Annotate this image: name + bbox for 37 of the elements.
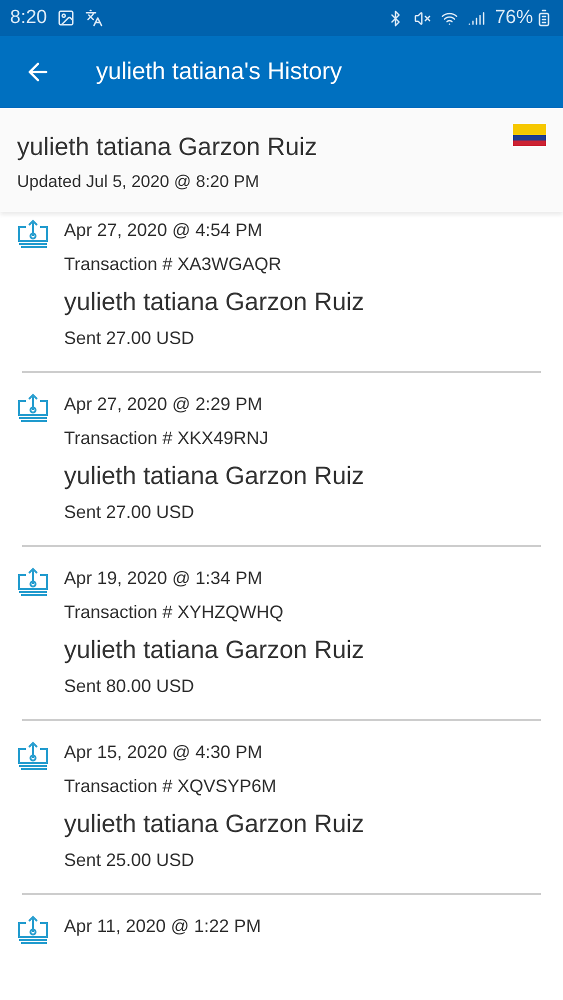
transaction-number: Transaction # XA3WGAQR [64,253,282,275]
translate-icon [84,9,103,27]
contact-name: yulieth tatiana Garzon Ruiz [17,132,318,162]
money-upload-icon [16,741,50,771]
recipient-name: yulieth tatiana Garzon Ruiz [64,287,364,317]
gallery-icon [56,9,75,27]
transaction-item[interactable]: Apr 19, 2020 @ 1:34 PM Transaction # XYHZQWHQ yulieth tatiana Garzon Ruiz Sent 80.00 USD [0,547,563,719]
transaction-item[interactable]: Apr 15, 2020 @ 4:30 PM Transaction # XQVSYP6M yulieth tatiana Garzon Ruiz Sent 25.00 USD [0,721,563,893]
money-upload-icon [16,915,50,945]
money-upload-icon [16,393,50,423]
flag-icon [513,124,546,146]
money-upload-icon [16,567,50,597]
transaction-date: Apr 11, 2020 @ 1:22 PM [64,915,262,937]
amount-sent: Sent 80.00 USD [64,675,196,697]
transaction-date: Apr 27, 2020 @ 2:29 PM [64,393,264,415]
transaction-date: Apr 15, 2020 @ 4:30 PM [64,741,264,763]
transaction-number: Transaction # XQVSYP6M [64,775,278,797]
battery-percent: 76% [494,6,533,30]
transaction-number: Transaction # XKX49RNJ [64,427,270,449]
money-upload-icon [16,219,50,249]
app-bar-title: yulieth tatiana's History [96,57,342,87]
transaction-item[interactable]: Apr 27, 2020 @ 4:54 PM Transaction # XA3WGAQR yulieth tatiana Garzon Ruiz Sent 27.00 USD [0,212,563,371]
mute-icon [414,10,431,26]
amount-sent: Sent 27.00 USD [64,327,196,349]
recipient-name: yulieth tatiana Garzon Ruiz [64,635,364,665]
recipient-name: yulieth tatiana Garzon Ruiz [64,461,364,491]
updated-time: Updated Jul 5, 2020 @ 8:20 PM [17,172,260,192]
amount-sent: Sent 25.00 USD [64,849,196,871]
transaction-date: Apr 19, 2020 @ 1:34 PM [64,567,264,589]
transaction-number: Transaction # XYHZQWHQ [64,601,284,623]
amount-sent: Sent 27.00 USD [64,501,196,523]
recipient-name: yulieth tatiana Garzon Ruiz [64,809,364,839]
signal-icon [468,10,485,26]
transaction-item[interactable]: Apr 11, 2020 @ 1:22 PM [0,895,563,967]
transaction-date: Apr 27, 2020 @ 4:54 PM [64,219,264,241]
transaction-item[interactable]: Apr 27, 2020 @ 2:29 PM Transaction # XKX49RNJ yulieth tatiana Garzon Ruiz Sent 27.00 USD [0,373,563,545]
status-time: 8:20 [10,6,47,30]
